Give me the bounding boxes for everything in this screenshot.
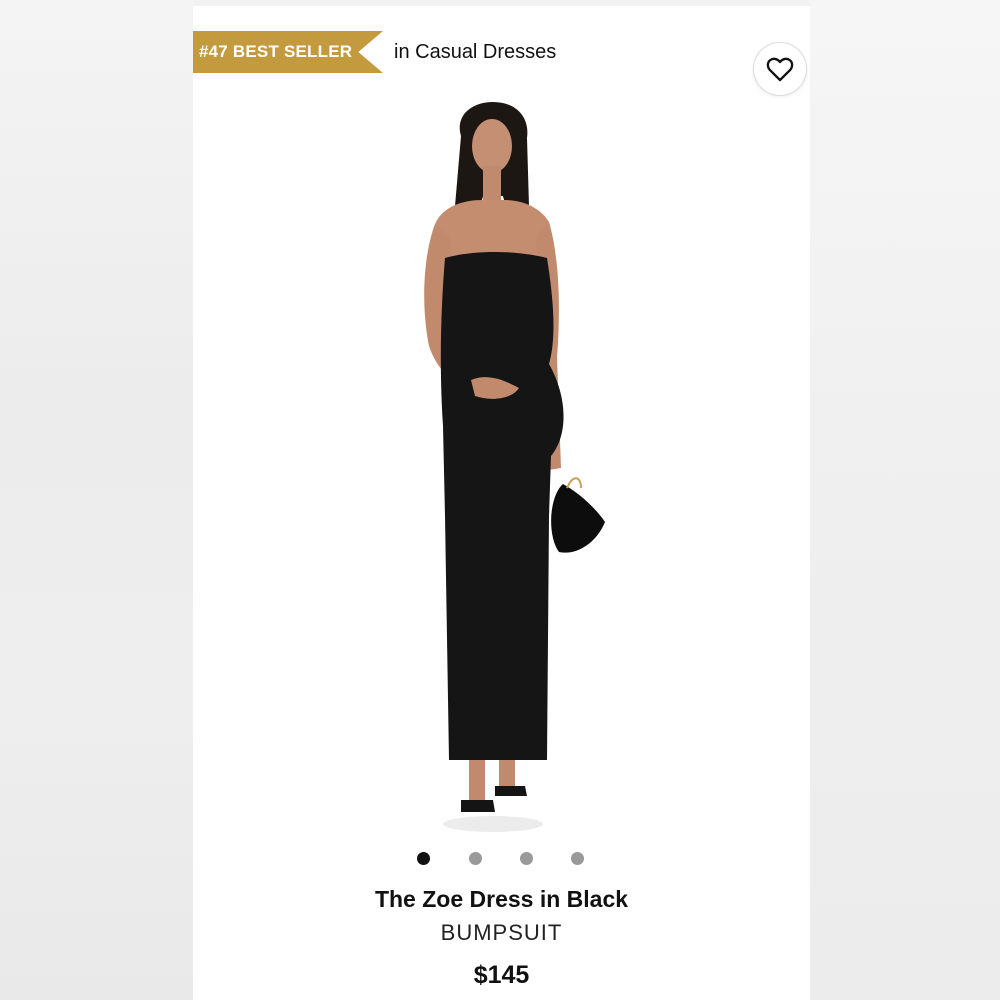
carousel-dot-4[interactable] — [571, 852, 584, 865]
carousel-dot-1[interactable] — [417, 852, 430, 865]
product-image[interactable] — [343, 96, 663, 840]
image-carousel-dots — [193, 852, 810, 866]
product-brand[interactable]: BUMPSUIT — [193, 920, 810, 946]
carousel-dot-2[interactable] — [469, 852, 482, 865]
top-strip — [193, 0, 810, 6]
best-seller-badge: #47 BEST SELLER — [193, 31, 383, 73]
left-background — [0, 0, 193, 1000]
carousel-dot-3[interactable] — [520, 852, 533, 865]
product-price: $145 — [473, 961, 530, 989]
product-title[interactable]: The Zoe Dress in Black — [193, 886, 810, 913]
badge-category-link[interactable]: in Casual Dresses — [394, 41, 556, 64]
wishlist-button[interactable] — [753, 42, 807, 96]
heart-icon — [766, 57, 794, 82]
product-card: #47 BEST SELLER in Casual Dresses The Zo… — [193, 0, 810, 1000]
right-background — [810, 0, 1000, 1000]
